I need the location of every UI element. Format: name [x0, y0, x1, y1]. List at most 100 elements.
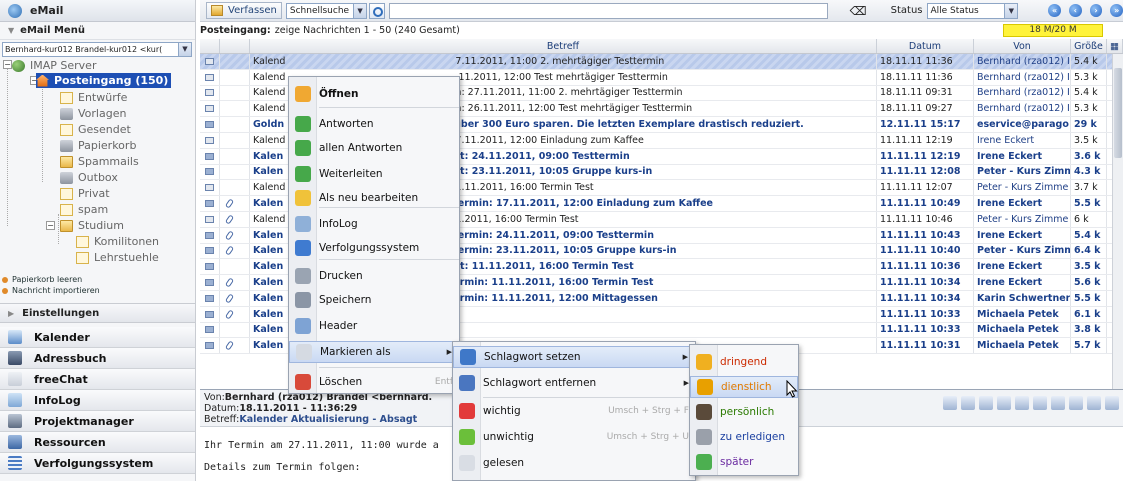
- column-date[interactable]: Datum: [877, 39, 974, 53]
- from-cell[interactable]: Irene Eckert: [974, 259, 1071, 275]
- from-cell[interactable]: Peter - Kurs Zimme: [974, 211, 1071, 227]
- menu-item-reply-all[interactable]: allen Antworten: [289, 137, 459, 159]
- app-freechat[interactable]: freeChat: [0, 369, 195, 390]
- submenu-item-important[interactable]: wichtig Umsch + Strg + F: [453, 400, 695, 422]
- menu-item-edit-as-new[interactable]: Als neu bearbeiten: [289, 187, 459, 209]
- first-page-icon[interactable]: «: [1048, 4, 1061, 17]
- column-size[interactable]: Größe: [1071, 39, 1107, 53]
- column-attachment[interactable]: [220, 39, 250, 53]
- column-options[interactable]: ▦: [1107, 39, 1123, 53]
- tag-item-business[interactable]: dienstlich: [690, 376, 798, 398]
- settings-header[interactable]: ▶ Einstellungen: [0, 303, 195, 323]
- from-cell[interactable]: Peter - Kurs Zimm: [974, 243, 1071, 259]
- tree-node-sent[interactable]: Gesendet: [60, 122, 131, 137]
- from-cell[interactable]: Irene Eckert: [974, 132, 1071, 148]
- from-cell[interactable]: Karin Schwertner: [974, 290, 1071, 306]
- tag-item-urgent[interactable]: dringend: [690, 351, 798, 373]
- empty-trash-link[interactable]: Papierkorb leeren: [0, 275, 82, 284]
- reply-icon[interactable]: [961, 396, 975, 410]
- menu-item-infolog[interactable]: InfoLog: [289, 213, 459, 235]
- tag-item-personal[interactable]: persönlich: [690, 401, 798, 423]
- next-page-icon[interactable]: ›: [1089, 4, 1103, 17]
- menu-item-print[interactable]: Drucken: [289, 265, 459, 287]
- email-menu-header[interactable]: ▼ eMail Menü: [0, 22, 195, 40]
- tree-node-spam-mails[interactable]: Spammails: [60, 154, 139, 169]
- app-kalender[interactable]: Kalender: [0, 327, 195, 348]
- menu-item-header[interactable]: Header: [289, 315, 459, 337]
- tree-node-templates[interactable]: Vorlagen: [60, 106, 126, 121]
- tree-node-spam[interactable]: spam: [60, 202, 108, 217]
- from-cell[interactable]: Bernhard (rza012) I: [974, 69, 1071, 85]
- tree-node-komilitonen[interactable]: Komilitonen: [76, 234, 159, 249]
- menu-item-tracker[interactable]: Verfolgungssystem: [289, 237, 459, 259]
- from-cell[interactable]: Michaela Petek: [974, 338, 1071, 354]
- infolog-icon[interactable]: [1051, 396, 1065, 410]
- from-cell[interactable]: Irene Eckert: [974, 275, 1071, 290]
- menu-item-save[interactable]: Speichern: [289, 289, 459, 311]
- tree-node-inbox[interactable]: Posteingang (150): [36, 73, 172, 88]
- tag-item-todo[interactable]: zu erledigen: [690, 426, 798, 448]
- menu-item-forward[interactable]: Weiterleiten: [289, 163, 459, 185]
- app-infolog[interactable]: InfoLog: [0, 390, 195, 411]
- tree-node-studium[interactable]: Studium: [60, 218, 124, 233]
- table-row[interactable]: Kalend 7.11.2011, 11:00 2. mehrtägiger Te…: [200, 54, 1123, 70]
- from-cell[interactable]: Michaela Petek: [974, 322, 1071, 338]
- tag-item-later[interactable]: später: [690, 451, 798, 473]
- tree-node-lehrstuehle[interactable]: Lehrstuehle: [76, 250, 159, 265]
- column-from[interactable]: Von: [974, 39, 1071, 53]
- tracker-icon[interactable]: [1069, 396, 1083, 410]
- delete-icon[interactable]: [1015, 396, 1029, 410]
- tree-node-trash[interactable]: Papierkorb: [60, 138, 136, 153]
- forward-icon[interactable]: [997, 396, 1011, 410]
- menu-item-open[interactable]: Öffnen: [289, 83, 459, 105]
- compose-button[interactable]: Verfassen: [206, 2, 282, 19]
- message-list-scrollbar[interactable]: [1112, 54, 1123, 389]
- app-verfolgungssystem[interactable]: Verfolgungssystem: [0, 453, 195, 474]
- app-adressbuch[interactable]: Adressbuch: [0, 348, 195, 369]
- from-cell[interactable]: Irene Eckert: [974, 196, 1071, 211]
- compose-icon[interactable]: [943, 396, 957, 410]
- header-icon[interactable]: [1105, 396, 1119, 410]
- import-message-link[interactable]: Nachricht importieren: [0, 286, 100, 295]
- tree-node-privat[interactable]: Privat: [60, 186, 110, 201]
- reply-all-icon[interactable]: [979, 396, 993, 410]
- search-input[interactable]: [388, 2, 828, 19]
- submenu-item-set-tag[interactable]: Schlagwort setzen ▶: [453, 346, 695, 368]
- app-projektmanager[interactable]: Projektmanager: [0, 411, 195, 432]
- from-cell[interactable]: Bernhard (rza012) I: [974, 101, 1071, 117]
- from-cell[interactable]: Peter - Kurs Zimme: [974, 180, 1071, 196]
- submenu-item-remove-tag[interactable]: Schlagwort entfernen ▶: [453, 372, 695, 394]
- tree-node-drafts[interactable]: Entwürfe: [60, 90, 127, 105]
- menu-item-delete[interactable]: Löschen Entf: [289, 371, 459, 393]
- print-icon[interactable]: [1033, 396, 1047, 410]
- from-cell[interactable]: Peter - Kurs Zimm: [974, 164, 1071, 180]
- menu-item-reply[interactable]: Antworten: [289, 113, 459, 135]
- tree-expander[interactable]: −: [3, 60, 12, 69]
- from-cell[interactable]: Bernhard (rza012) I: [974, 85, 1071, 101]
- sidebar-header[interactable]: eMail: [0, 0, 195, 22]
- scrollbar-thumb[interactable]: [1114, 68, 1122, 158]
- status-select[interactable]: Alle Status ▼: [926, 2, 1019, 19]
- from-cell[interactable]: Bernhard (rza012) I: [974, 54, 1071, 69]
- search-icon[interactable]: [369, 2, 385, 19]
- from-cell[interactable]: Irene Eckert: [974, 227, 1071, 243]
- submenu-item-unimportant[interactable]: unwichtig Umsch + Strg + U: [453, 426, 695, 448]
- clear-search-icon[interactable]: ⌫: [850, 4, 867, 18]
- last-page-icon[interactable]: »: [1110, 4, 1123, 17]
- tree-node-outbox[interactable]: Outbox: [60, 170, 118, 185]
- tree-node-imap-server[interactable]: IMAP Server: [12, 58, 96, 73]
- save-icon[interactable]: [1087, 396, 1101, 410]
- account-select[interactable]: Bernhard-kur012 Brandel-kur012 <kur( ▼: [2, 42, 192, 57]
- from-cell[interactable]: eservice@parago: [974, 117, 1071, 132]
- column-status[interactable]: [200, 39, 220, 53]
- subject-value[interactable]: Kalender Aktualisierung - Absagt: [239, 414, 417, 425]
- subject-cell[interactable]: Kalend 7.11.2011, 11:00 2. mehrtägiger Te…: [250, 54, 877, 69]
- app-ressourcen[interactable]: Ressourcen: [0, 432, 195, 453]
- menu-item-mark-as[interactable]: Markieren als ▶: [289, 341, 459, 363]
- from-cell[interactable]: Irene Eckert: [974, 148, 1071, 164]
- tree-expander[interactable]: −: [46, 221, 55, 230]
- submenu-item-read[interactable]: gelesen: [453, 452, 695, 474]
- from-cell[interactable]: Michaela Petek: [974, 306, 1071, 322]
- column-subject[interactable]: Betreff: [250, 39, 877, 53]
- search-mode-select[interactable]: Schnellsuche ▼: [285, 2, 368, 19]
